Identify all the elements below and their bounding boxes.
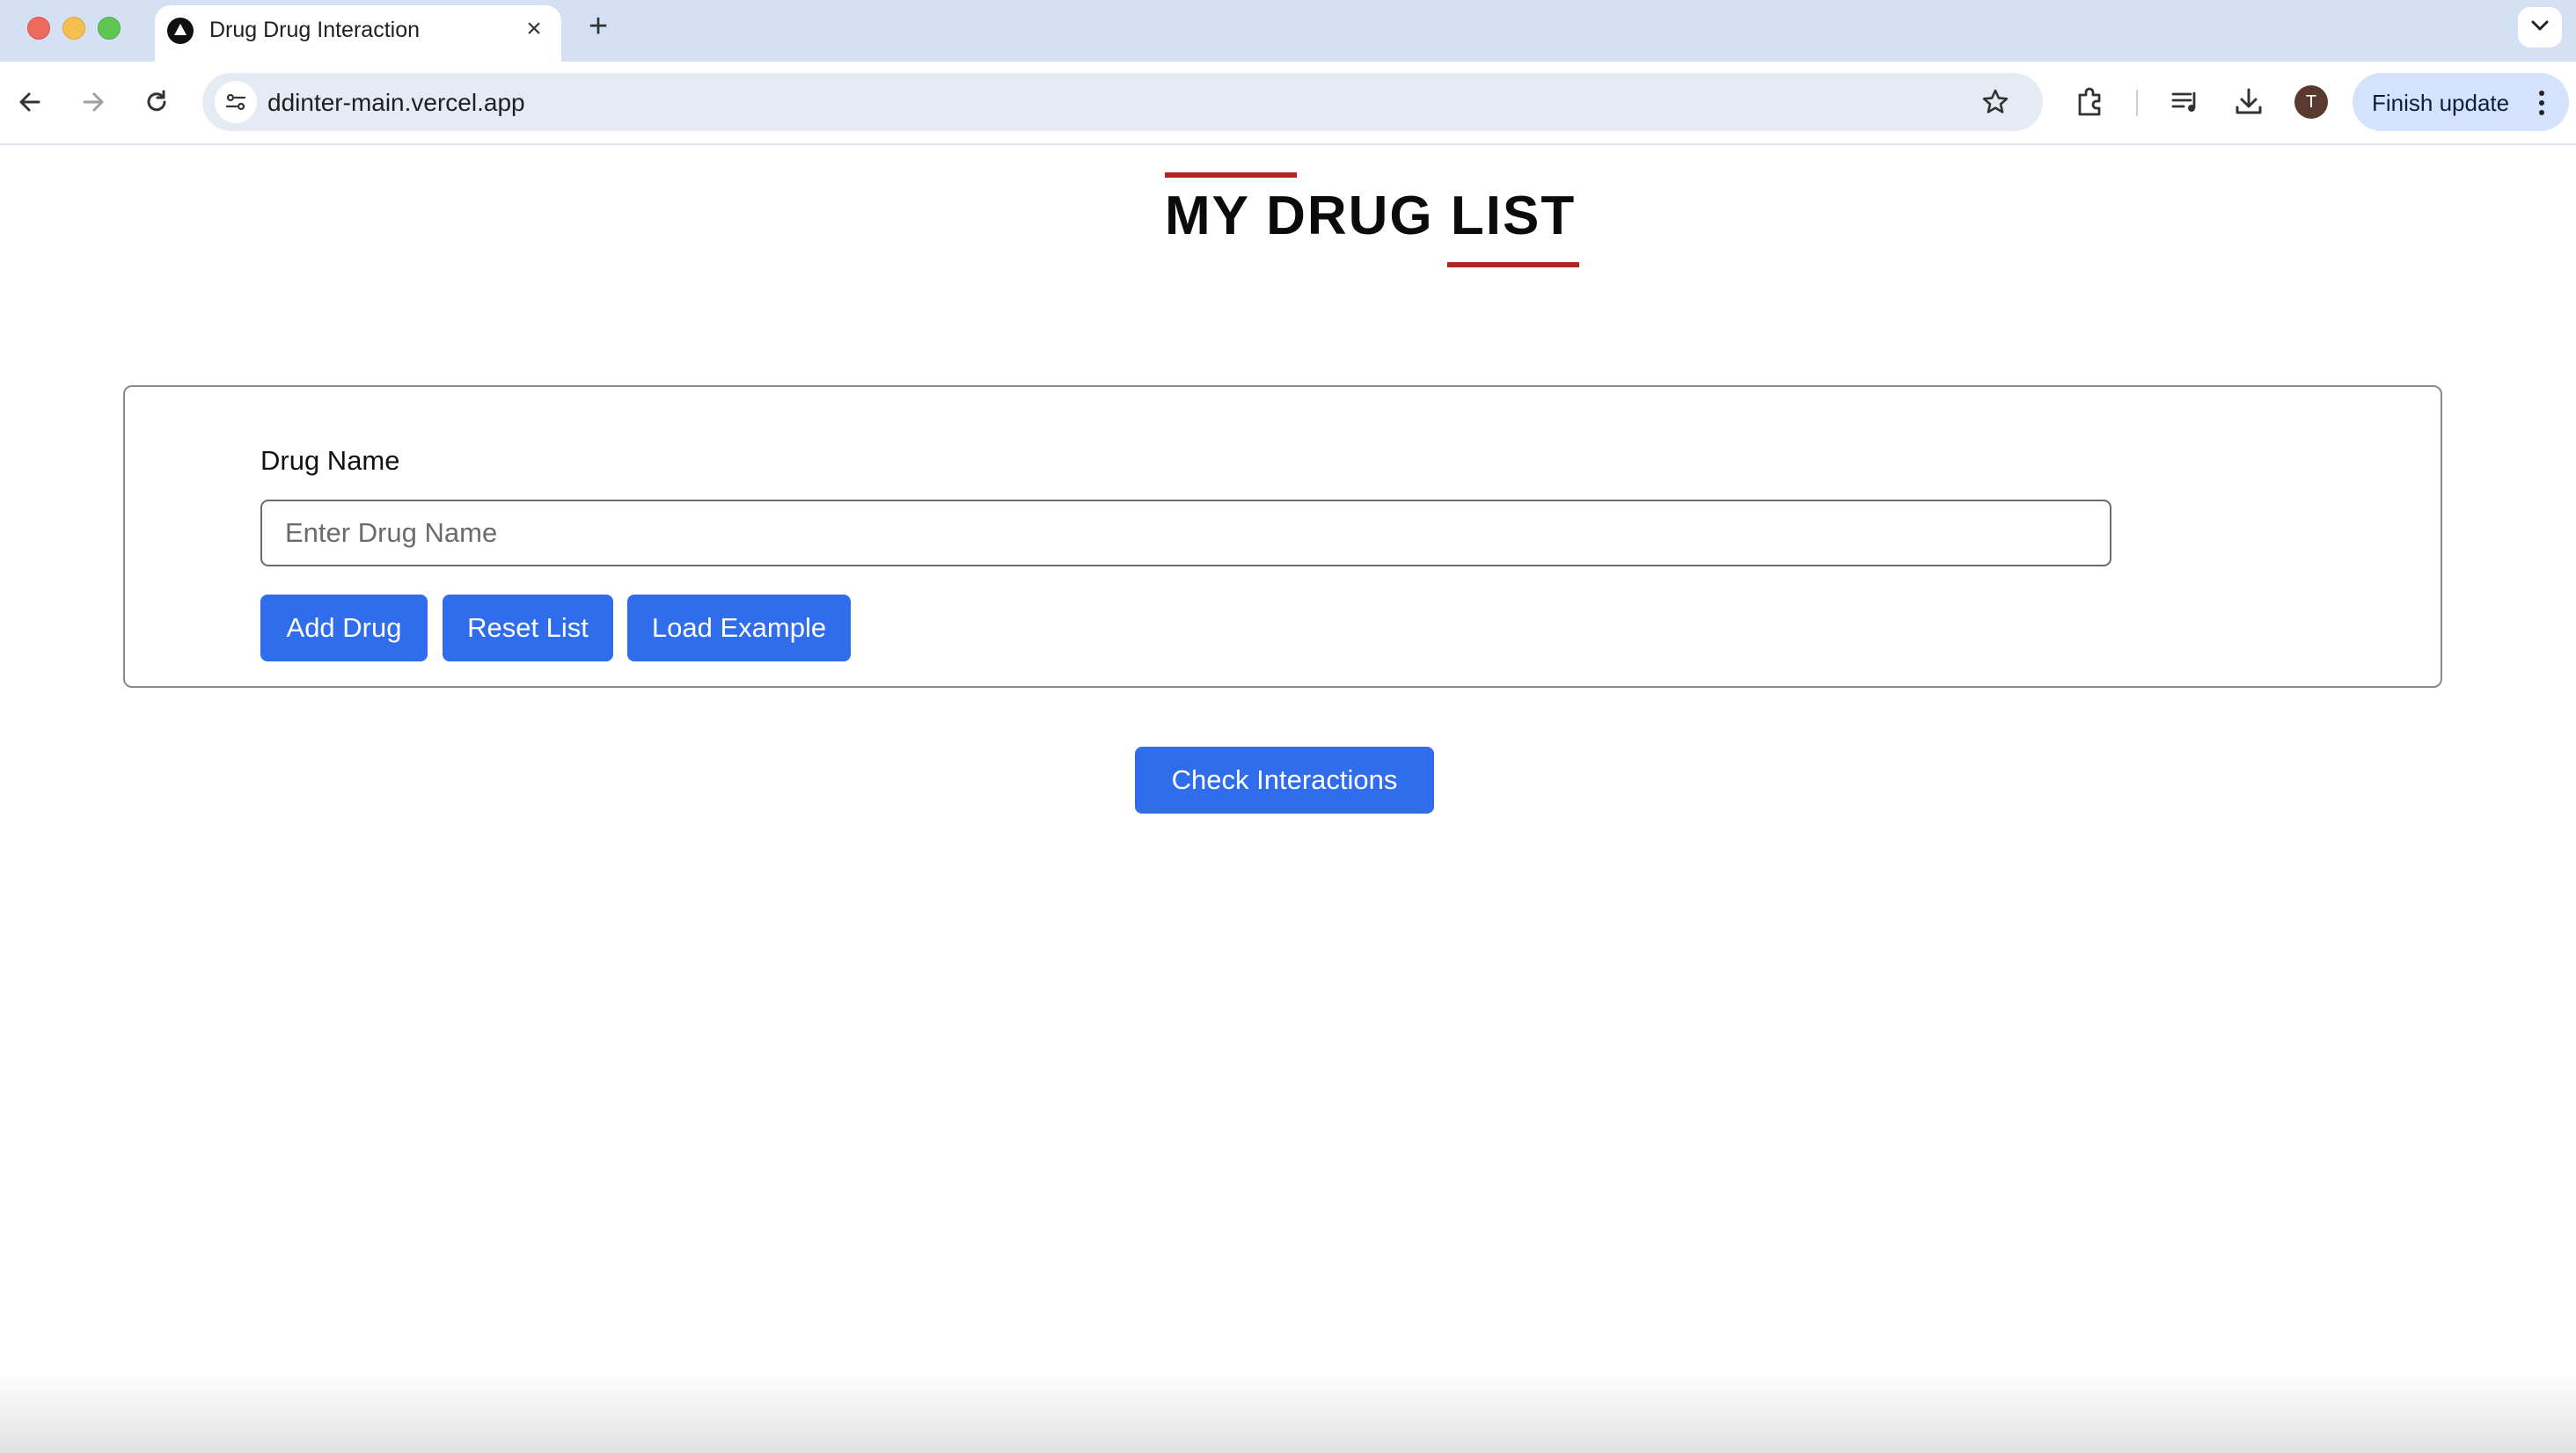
url-text[interactable]: ddinter-main.vercel.app [267, 89, 525, 117]
finish-update-label: Finish update [2372, 90, 2510, 116]
check-interactions-button[interactable]: Check Interactions [1135, 747, 1434, 814]
close-window-button[interactable] [27, 17, 50, 40]
media-queue-icon[interactable] [2166, 83, 2205, 121]
extensions-puzzle-icon[interactable] [2072, 83, 2111, 121]
title-accent-bottom [1447, 262, 1579, 267]
profile-avatar[interactable]: T [2294, 85, 2328, 119]
plus-icon[interactable]: + [581, 9, 616, 44]
arrow-left-icon [19, 92, 40, 112]
triangle-logo-icon [167, 18, 194, 44]
drug-name-input[interactable] [260, 500, 2111, 566]
download-icon[interactable] [2229, 83, 2268, 121]
reset-list-button[interactable]: Reset List [443, 595, 613, 661]
drug-name-label: Drug Name [260, 445, 400, 476]
load-example-button[interactable]: Load Example [627, 595, 851, 661]
more-vert-icon [2539, 91, 2544, 115]
tab-search-button[interactable] [2518, 7, 2562, 47]
bookmark-star-icon[interactable] [1980, 86, 2011, 118]
arrow-right-icon [83, 92, 104, 112]
reload-icon [147, 90, 166, 112]
browser-tab-strip: Drug Drug Interaction × + [0, 0, 2576, 62]
toolbar-divider [2136, 90, 2138, 116]
finish-update-button[interactable]: Finish update [2353, 73, 2569, 131]
close-icon[interactable]: × [519, 14, 549, 44]
site-info-button[interactable] [215, 81, 257, 123]
add-drug-button[interactable]: Add Drug [260, 595, 428, 661]
page-title: MY DRUG LIST [1165, 186, 1577, 246]
tab-title: Drug Drug Interaction [209, 18, 421, 42]
tune-icon [225, 93, 246, 111]
browser-toolbar: ddinter-main.vercel.app T Finish update [0, 62, 2576, 145]
window-bottom-shadow [0, 1372, 2576, 1453]
page-header: MY DRUG LIST [1161, 169, 1584, 273]
minimize-window-button[interactable] [62, 17, 85, 40]
forward-button[interactable] [72, 81, 114, 123]
maximize-window-button[interactable] [98, 17, 121, 40]
address-bar[interactable]: ddinter-main.vercel.app [202, 73, 2043, 131]
reload-button[interactable] [135, 81, 178, 123]
drug-form-card: Drug Name Add Drug Reset List Load Examp… [123, 385, 2442, 688]
browser-tab-active[interactable]: Drug Drug Interaction × [155, 5, 561, 62]
back-button[interactable] [9, 81, 51, 123]
chevron-down-icon [2531, 20, 2549, 31]
title-accent-top [1165, 172, 1297, 178]
